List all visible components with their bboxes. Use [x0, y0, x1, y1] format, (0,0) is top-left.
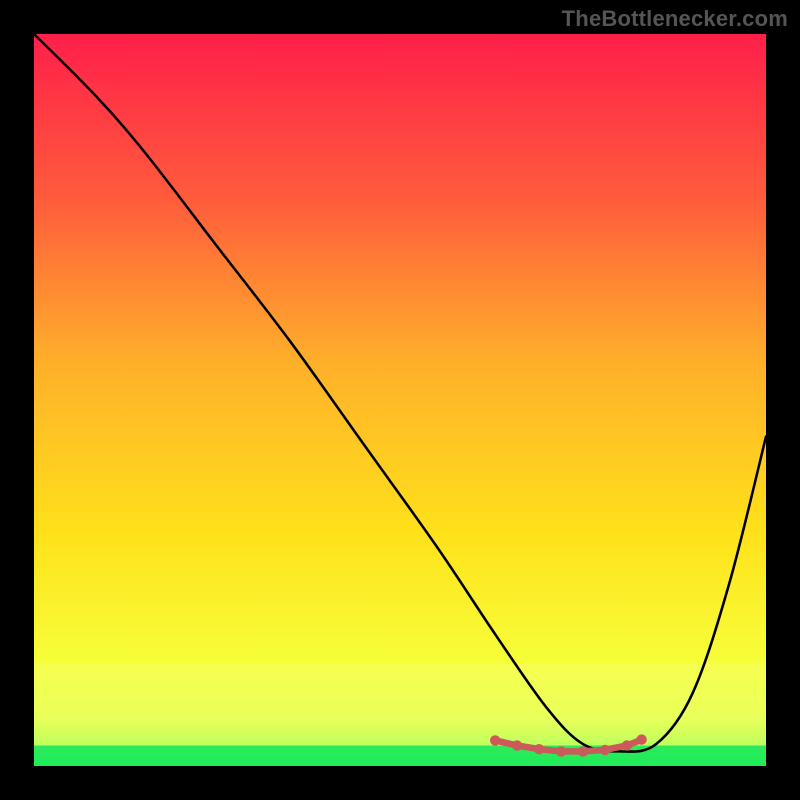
- marker-dot: [600, 745, 610, 755]
- marker-dot: [556, 746, 566, 756]
- marker-dot: [512, 740, 522, 750]
- marker-dot: [490, 735, 500, 745]
- marker-dot: [622, 740, 632, 750]
- marker-dots-svg: [34, 34, 766, 766]
- chart-frame: TheBottlenecker.com: [0, 0, 800, 800]
- marker-dot: [636, 734, 646, 744]
- watermark-text: TheBottlenecker.com: [562, 6, 788, 32]
- plot-area: [34, 34, 766, 766]
- marker-dots-group: [490, 734, 647, 756]
- marker-dot: [578, 746, 588, 756]
- marker-dot: [534, 744, 544, 754]
